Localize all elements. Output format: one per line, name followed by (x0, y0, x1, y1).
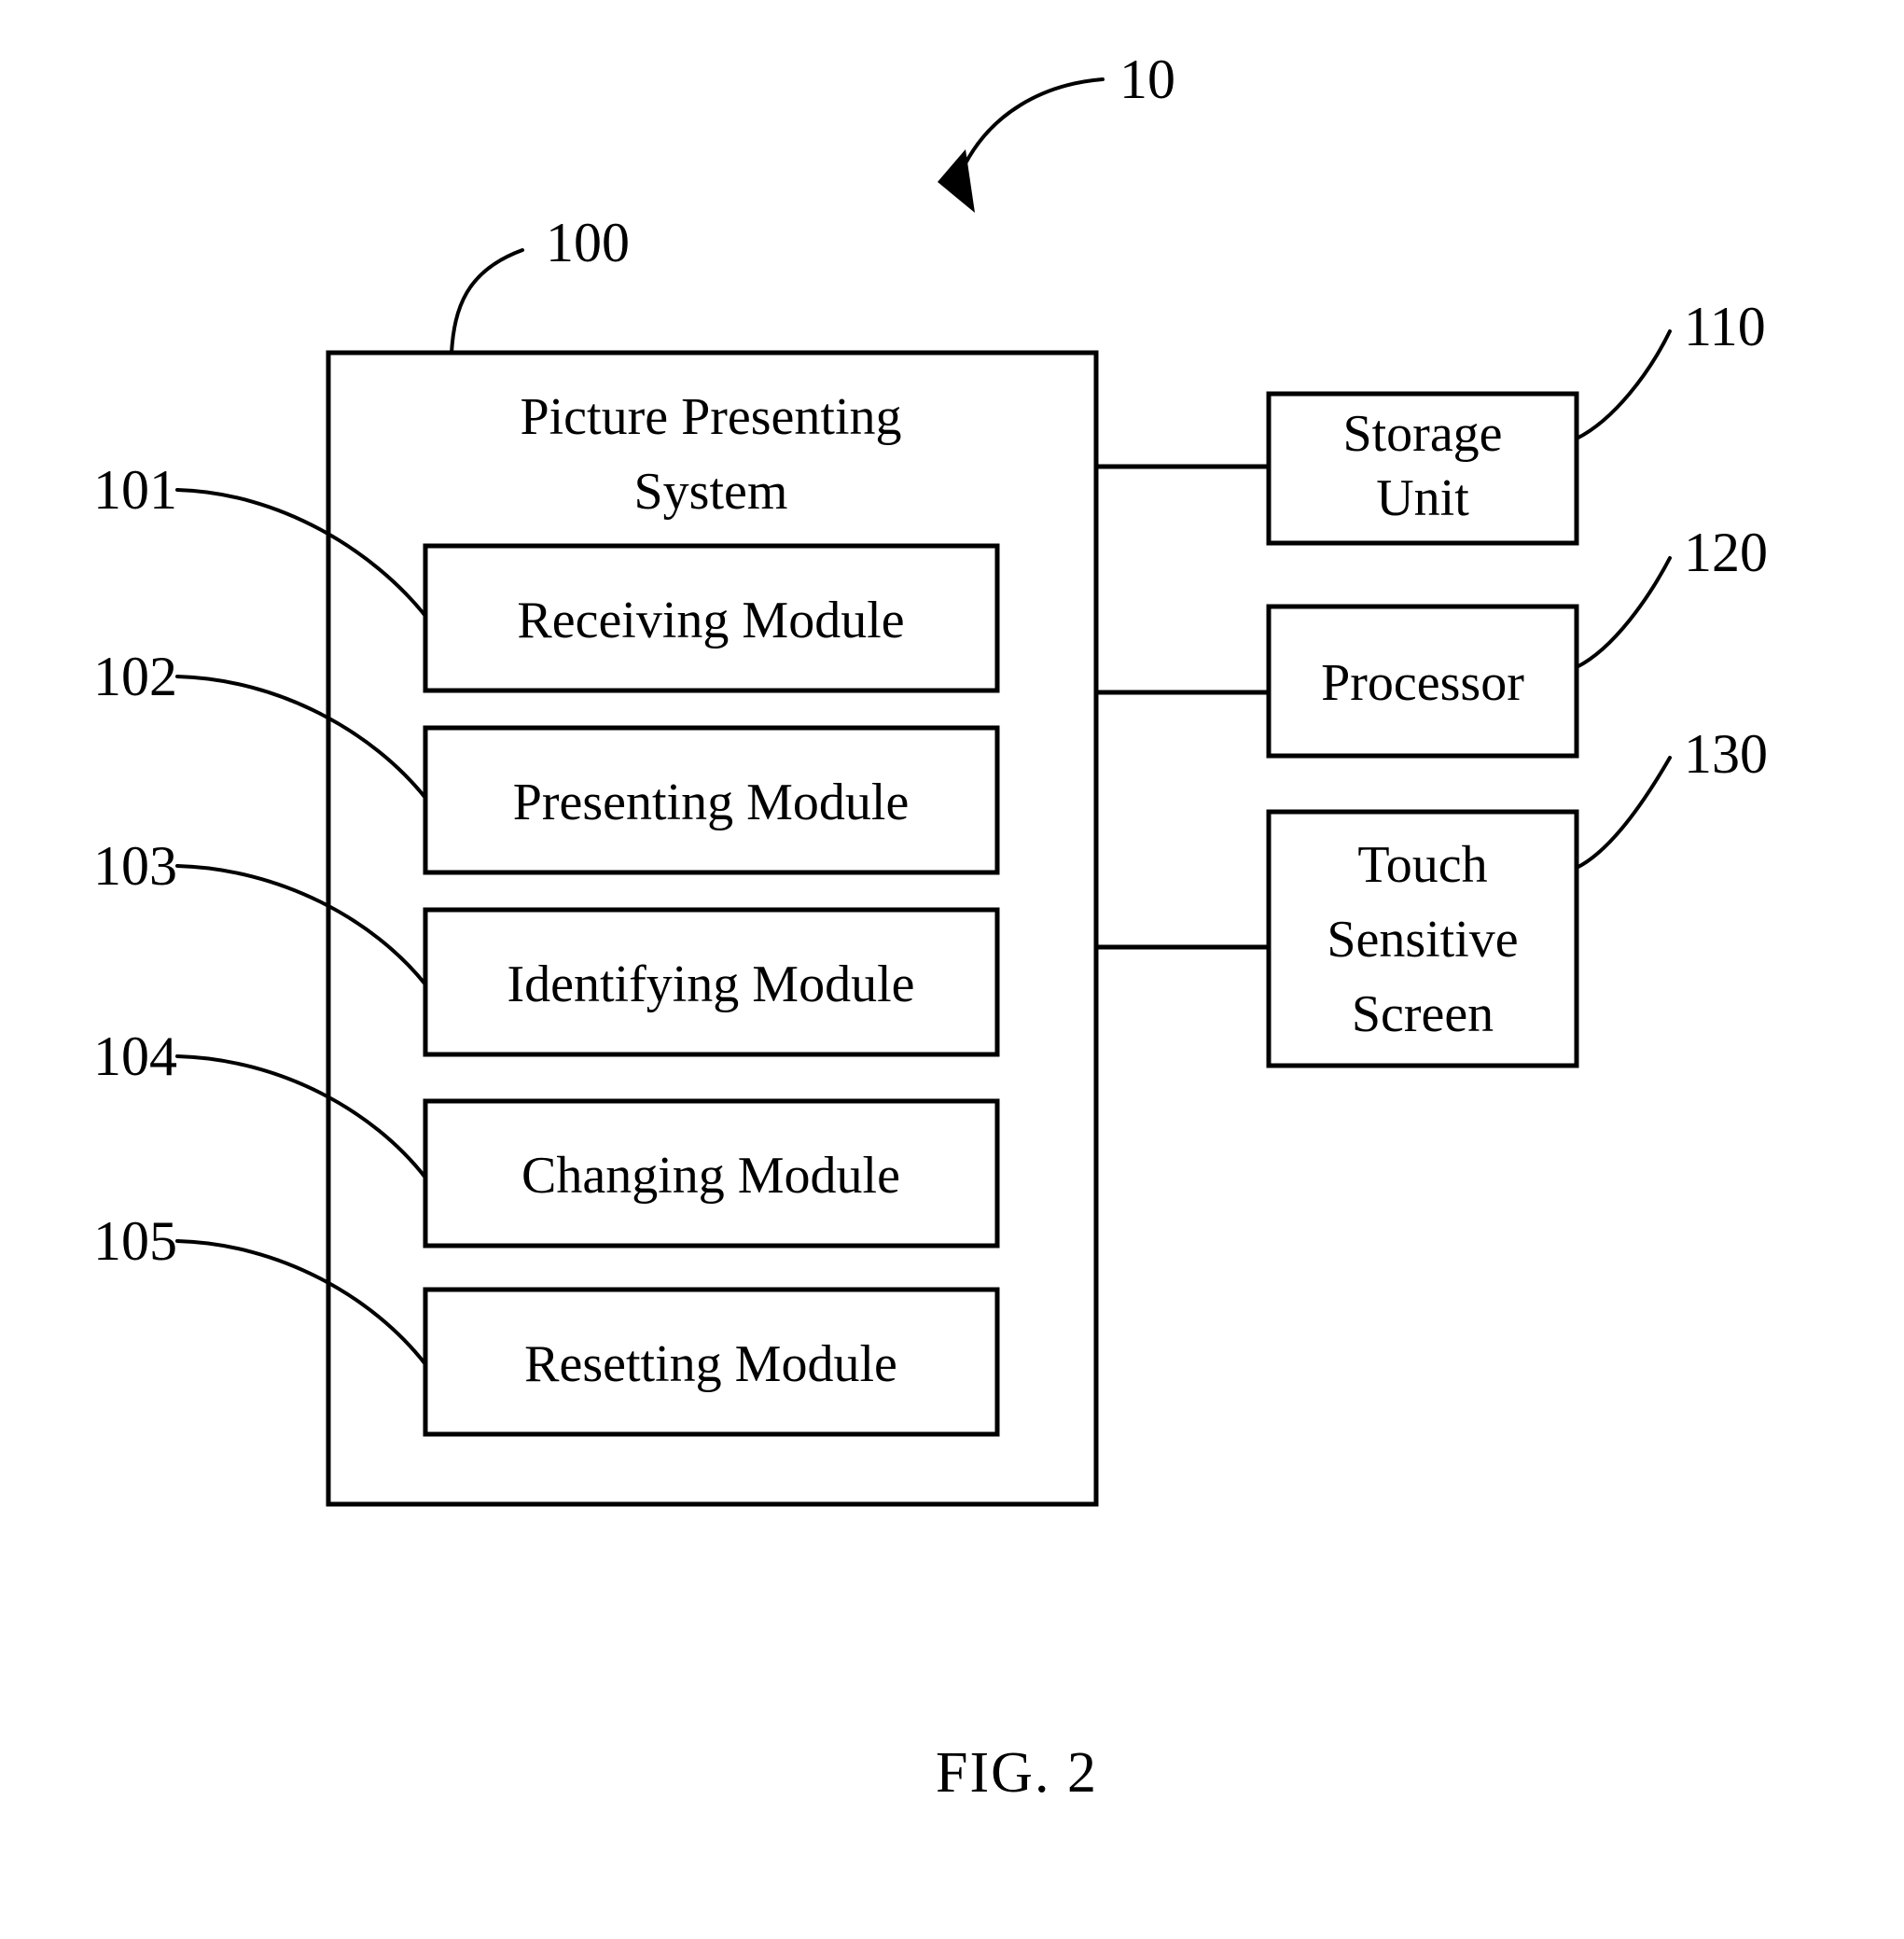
ref-label-104: 104 (93, 1025, 177, 1087)
touch-screen-label-line-1: Touch (1357, 836, 1487, 894)
ref-label-105: 105 (93, 1210, 177, 1272)
module-label-receiving: Receiving Module (517, 592, 904, 649)
ref-label-130: 130 (1684, 723, 1768, 785)
module-label-identifying: Identifying Module (507, 956, 914, 1013)
leader-line-104 (175, 1054, 427, 1179)
leader-line-105 (175, 1239, 427, 1366)
ref-label-120: 120 (1684, 522, 1768, 583)
touch-screen-label-line-2: Sensitive (1327, 911, 1518, 969)
system-title-line-1: Picture Presenting (520, 388, 901, 446)
ref-label-101: 101 (93, 459, 177, 521)
ref-label-overall: 10 (1119, 49, 1175, 110)
leader-line-110 (1575, 329, 1672, 440)
module-label-changing: Changing Module (521, 1147, 900, 1205)
ref-label-103: 103 (93, 835, 177, 897)
module-label-resetting: Resetting Module (524, 1335, 897, 1393)
ref-label-102: 102 (93, 646, 177, 707)
module-label-presenting: Presenting Module (513, 774, 910, 831)
touch-screen-label-line-3: Screen (1352, 985, 1494, 1043)
patent-figure-2: 10 100 Picture Presenting System Receivi… (0, 0, 1904, 1939)
leader-line-103 (175, 864, 427, 986)
storage-unit-label-line-1: Storage (1342, 405, 1502, 463)
ref-label-100: 100 (546, 212, 630, 273)
leader-line-130 (1575, 756, 1672, 870)
system-title-line-2: System (634, 463, 788, 521)
block-diagram: 10 100 Picture Presenting System Receivi… (93, 49, 1768, 1805)
leader-line-100 (450, 248, 524, 355)
leader-line-102 (175, 675, 427, 800)
storage-unit-label-line-2: Unit (1376, 469, 1469, 527)
ref-label-110: 110 (1684, 296, 1766, 357)
figure-caption: FIG. 2 (936, 1741, 1098, 1805)
processor-label: Processor (1321, 654, 1524, 712)
leader-line-120 (1575, 556, 1672, 669)
picture-presenting-system-box (326, 350, 1099, 1507)
leader-line-overall-10 (959, 77, 1105, 174)
leader-line-101 (175, 488, 427, 618)
